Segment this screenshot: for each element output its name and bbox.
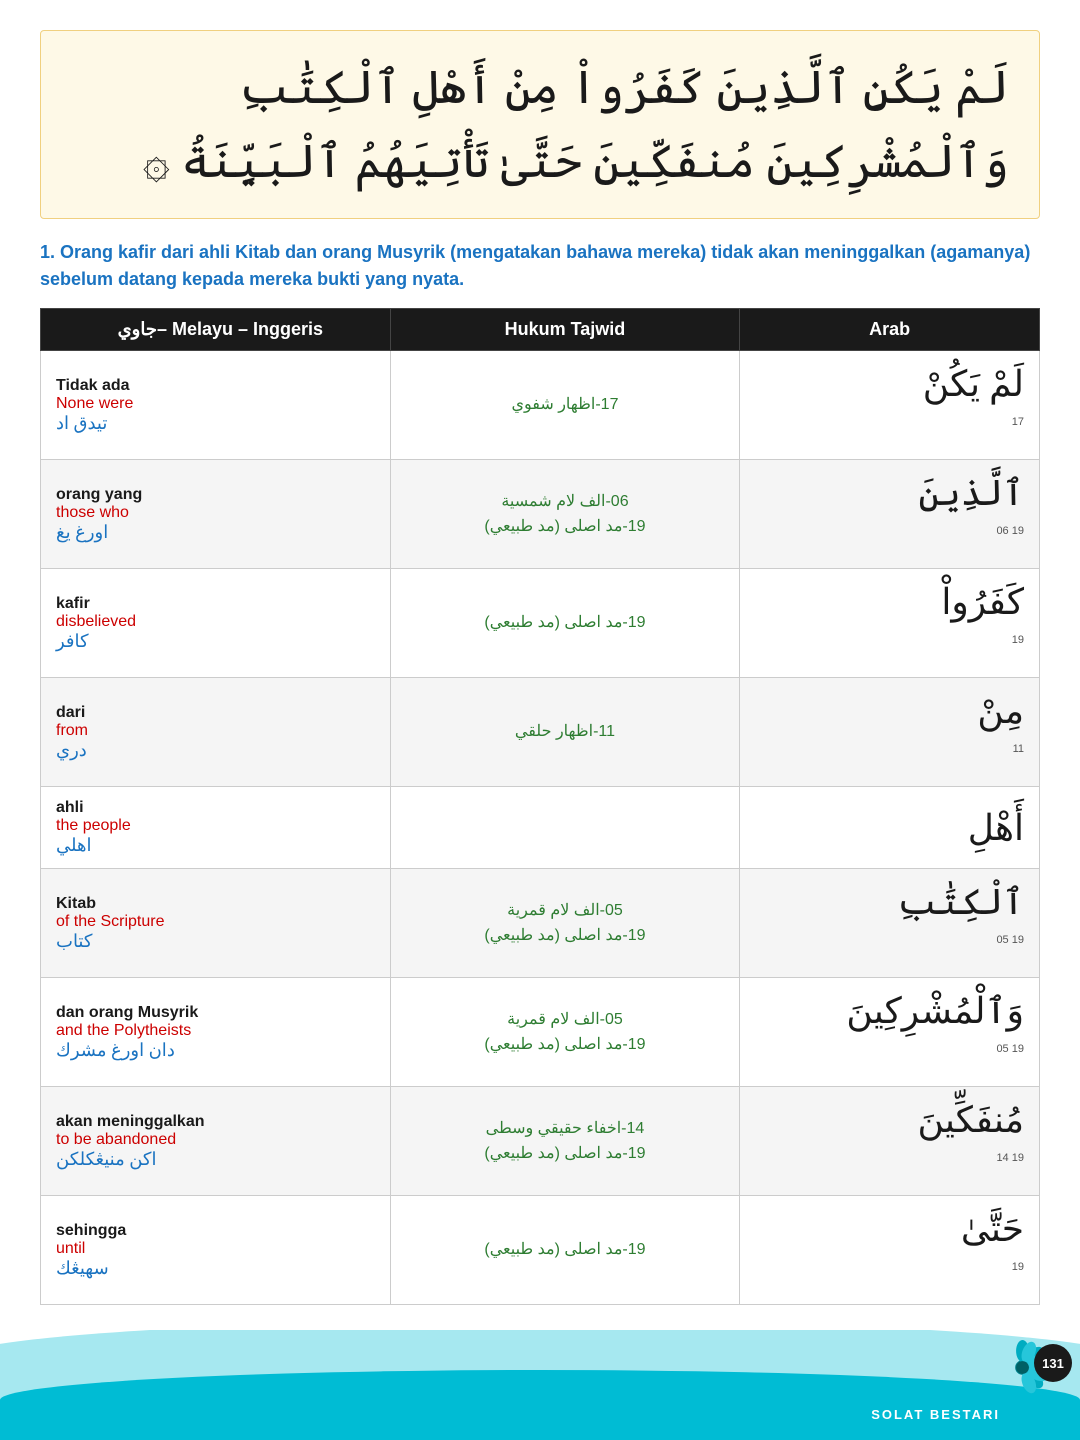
table-row: Kitab of the Scripture كتاب 05-الف لام ق… — [41, 869, 1040, 978]
arab-number: 19 14 — [996, 1152, 1024, 1164]
melayu-jawi: تيدق اد — [56, 413, 375, 434]
wave-main — [0, 1370, 1080, 1440]
arab-text: ٱلَّذِينَ — [919, 473, 1024, 513]
arab-text: وَٱلْمُشْرِكِينَ — [846, 991, 1024, 1031]
arab-number: 19 05 — [996, 934, 1024, 946]
table-row: dari from دري 11-اظهار حلقي مِنْ 11 — [41, 678, 1040, 787]
arab-cell: أَهْلِ — [740, 787, 1040, 869]
tajwid-cell: 19-مد اصلى (مد طبيعي) — [390, 569, 740, 678]
melayu-bm: Tidak ada — [56, 377, 375, 395]
header-arab: Arab — [740, 309, 1040, 351]
melayu-en: the people — [56, 817, 375, 835]
tajwid-cell: 17-اظهار شفوي — [390, 351, 740, 460]
melayu-cell: Kitab of the Scripture كتاب — [41, 869, 391, 978]
tajwid-cell — [390, 787, 740, 869]
melayu-jawi: كافر — [56, 631, 375, 652]
tajwid-cell: 11-اظهار حلقي — [390, 678, 740, 787]
melayu-bm: sehingga — [56, 1222, 375, 1240]
arab-text: لَمْ يَكُنْ — [923, 364, 1024, 404]
melayu-jawi: اهلي — [56, 835, 375, 856]
melayu-bm: dan orang Musyrik — [56, 1004, 375, 1022]
arab-cell: وَٱلْمُشْرِكِينَ 19 05 — [740, 978, 1040, 1087]
arab-number: 19 05 — [996, 1043, 1024, 1055]
melayu-jawi: دري — [56, 740, 375, 761]
melayu-jawi: دان اورغ مشرك — [56, 1040, 375, 1061]
melayu-bm: kafir — [56, 595, 375, 613]
melayu-jawi: سهيڠك — [56, 1258, 375, 1279]
melayu-cell: dan orang Musyrik and the Polytheists دا… — [41, 978, 391, 1087]
melayu-cell: ahli the people اهلي — [41, 787, 391, 869]
tajwid-cell: 05-الف لام قمرية19-مد اصلى (مد طبيعي) — [390, 869, 740, 978]
tajwid-cell: 14-اخفاء حقيقي وسطى19-مد اصلى (مد طبيعي) — [390, 1087, 740, 1196]
bottom-decoration: SOLAT BESTARI 131 — [0, 1330, 1080, 1440]
arab-text: كَفَرُواْ — [941, 582, 1024, 622]
melayu-cell: sehingga until سهيڠك — [41, 1196, 391, 1305]
table-row: sehingga until سهيڠك 19-مد اصلى (مد طبيع… — [41, 1196, 1040, 1305]
header-melayu: جاوي– Melayu – Inggeris — [41, 309, 391, 351]
melayu-bm: ahli — [56, 799, 375, 817]
arabic-verse-box: لَمْ يَكُنِ ٱلَّذِينَ كَفَرُواْ مِنْ أَه… — [40, 30, 1040, 219]
melayu-bm: Kitab — [56, 895, 375, 913]
arab-text: مِنْ — [977, 691, 1024, 731]
main-table: جاوي– Melayu – Inggeris Hukum Tajwid Ara… — [40, 308, 1040, 1305]
arab-text: حَتَّىٰ — [961, 1209, 1024, 1249]
arab-number: 11 — [1013, 743, 1024, 755]
translation-paragraph: 1. Orang kafir dari ahli Kitab dan orang… — [40, 239, 1040, 293]
melayu-en: None were — [56, 395, 375, 413]
melayu-en: until — [56, 1240, 375, 1258]
melayu-cell: Tidak ada None were تيدق اد — [41, 351, 391, 460]
arab-number: 19 — [1012, 634, 1024, 646]
table-row: kafir disbelieved كافر 19-مد اصلى (مد طب… — [41, 569, 1040, 678]
melayu-jawi: اورغ يغ — [56, 522, 375, 543]
melayu-en: to be abandoned — [56, 1131, 375, 1149]
melayu-cell: akan meninggalkan to be abandoned اكن من… — [41, 1087, 391, 1196]
table-header-row: جاوي– Melayu – Inggeris Hukum Tajwid Ara… — [41, 309, 1040, 351]
table-row: orang yang those who اورغ يغ 06-الف لام … — [41, 460, 1040, 569]
arab-number: 19 06 — [996, 525, 1024, 537]
arabic-verse-text: لَمْ يَكُنِ ٱلَّذِينَ كَفَرُواْ مِنْ أَه… — [71, 51, 1009, 198]
table-row: dan orang Musyrik and the Polytheists دا… — [41, 978, 1040, 1087]
melayu-en: of the Scripture — [56, 913, 375, 931]
tajwid-cell: 06-الف لام شمسية19-مد اصلى (مد طبيعي) — [390, 460, 740, 569]
arab-cell: لَمْ يَكُنْ 17 — [740, 351, 1040, 460]
page-number: 131 — [1034, 1344, 1072, 1382]
header-tajwid: Hukum Tajwid — [390, 309, 740, 351]
page-wrapper: لَمْ يَكُنِ ٱلَّذِينَ كَفَرُواْ مِنْ أَه… — [0, 0, 1080, 1440]
arab-cell: ٱلْكِتَٰبِ 19 05 — [740, 869, 1040, 978]
arab-text: مُنفَكِّينَ — [917, 1100, 1024, 1140]
arab-text: أَهْلِ — [968, 808, 1024, 848]
melayu-en: from — [56, 722, 375, 740]
melayu-cell: kafir disbelieved كافر — [41, 569, 391, 678]
table-row: ahli the people اهلي أَهْلِ — [41, 787, 1040, 869]
table-row: akan meninggalkan to be abandoned اكن من… — [41, 1087, 1040, 1196]
melayu-cell: dari from دري — [41, 678, 391, 787]
melayu-jawi: اكن منيڠكلكن — [56, 1149, 375, 1170]
melayu-bm: orang yang — [56, 486, 375, 504]
melayu-jawi: كتاب — [56, 931, 375, 952]
table-row: Tidak ada None were تيدق اد 17-اظهار شفو… — [41, 351, 1040, 460]
arab-cell: مِنْ 11 — [740, 678, 1040, 787]
arab-cell: كَفَرُواْ 19 — [740, 569, 1040, 678]
melayu-bm: akan meninggalkan — [56, 1113, 375, 1131]
arab-cell: مُنفَكِّينَ 19 14 — [740, 1087, 1040, 1196]
melayu-en: and the Polytheists — [56, 1022, 375, 1040]
arab-cell: حَتَّىٰ 19 — [740, 1196, 1040, 1305]
melayu-cell: orang yang those who اورغ يغ — [41, 460, 391, 569]
tajwid-cell: 19-مد اصلى (مد طبيعي) — [390, 1196, 740, 1305]
footer-text: SOLAT BESTARI — [871, 1407, 1000, 1422]
melayu-bm: dari — [56, 704, 375, 722]
arab-text: ٱلْكِتَٰبِ — [897, 882, 1024, 922]
melayu-en: those who — [56, 504, 375, 522]
melayu-en: disbelieved — [56, 613, 375, 631]
arab-number: 19 — [1012, 1261, 1024, 1273]
tajwid-cell: 05-الف لام قمرية19-مد اصلى (مد طبيعي) — [390, 978, 740, 1087]
arab-cell: ٱلَّذِينَ 19 06 — [740, 460, 1040, 569]
arab-number: 17 — [1012, 416, 1024, 428]
